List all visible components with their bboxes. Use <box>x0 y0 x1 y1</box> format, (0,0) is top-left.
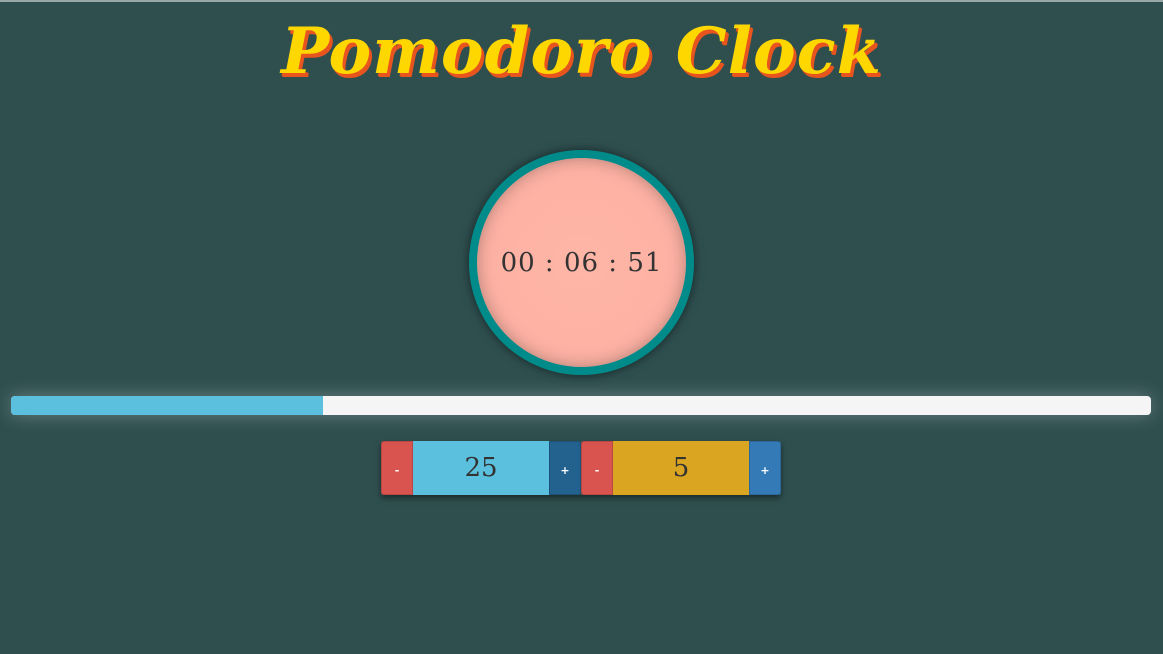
page-title: Pomodoro Clock <box>281 14 882 89</box>
timer-display: 00 : 06 : 51 <box>500 247 663 278</box>
break-length-value: 5 <box>613 441 749 495</box>
session-increment-button[interactable]: + <box>549 441 581 495</box>
session-length-value: 25 <box>413 441 549 495</box>
session-decrement-button[interactable]: - <box>381 441 413 495</box>
timer-clock[interactable]: 00 : 06 : 51 <box>469 150 694 375</box>
progress-bar-fill <box>11 396 324 415</box>
break-increment-button[interactable]: + <box>749 441 781 495</box>
break-decrement-button[interactable]: - <box>581 441 613 495</box>
progress-bar <box>11 396 1151 415</box>
length-controls: - 25 + - 5 + <box>381 441 781 495</box>
